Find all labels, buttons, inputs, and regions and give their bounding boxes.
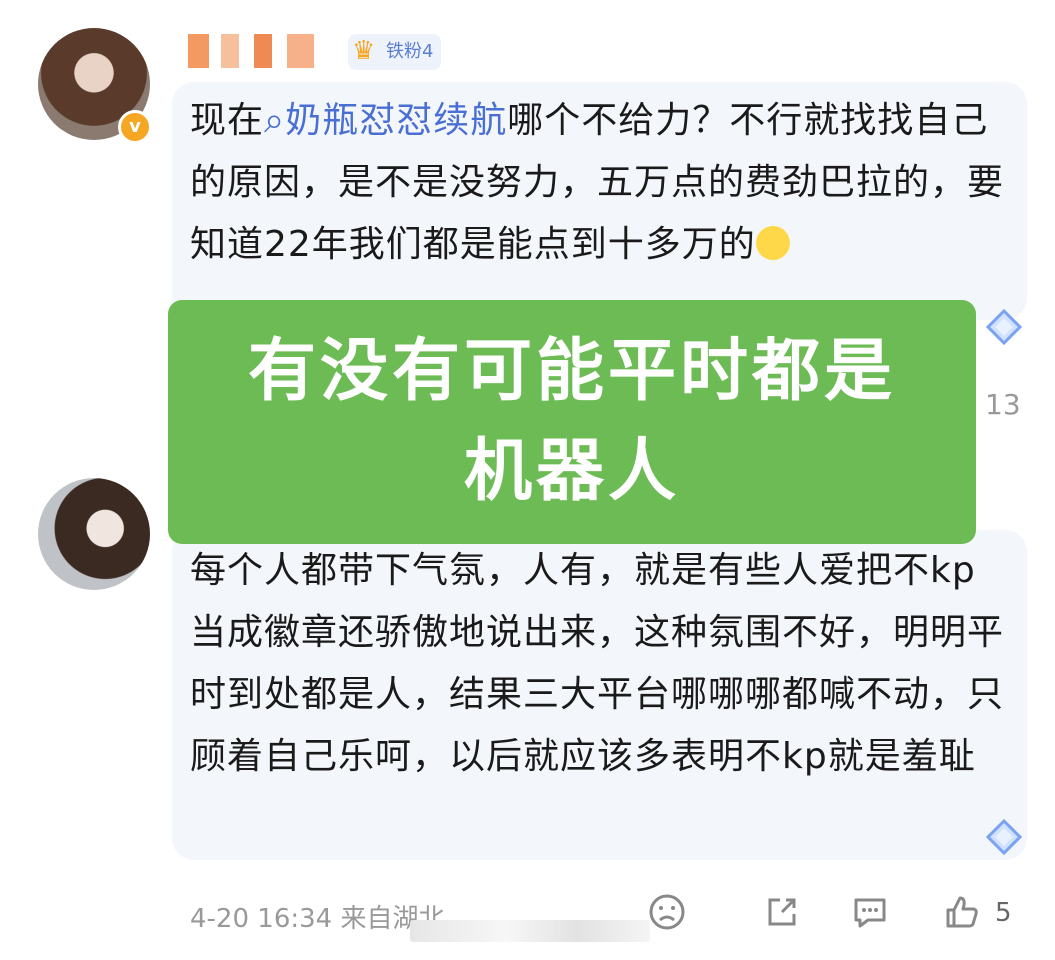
comment-footer: 4-20 16:34 来自湖北 5 — [0, 890, 1055, 942]
share-icon[interactable] — [760, 890, 804, 934]
like-count: 5 — [995, 898, 1012, 928]
caption-line-1: 有没有可能平时都是 — [247, 332, 896, 411]
thumbs-up-icon[interactable] — [940, 890, 984, 934]
comment-icon[interactable] — [848, 890, 892, 934]
timestamp-location: 4-20 16:34 来自湖北 — [190, 904, 445, 934]
comment-text: 每个人都带下气氛，人有，就是有些人爱把不kp当成徽章还骄傲地说出来，这种氛围不好… — [190, 550, 1005, 777]
reply-count: 13 — [985, 388, 1021, 421]
diamond-icon — [985, 818, 1023, 856]
diamond-icon — [985, 308, 1023, 346]
username-mosaic[interactable] — [188, 34, 338, 68]
fan-badge: ♛ 铁粉4 — [348, 34, 442, 70]
comment-text: 现在⌕奶瓶怼怼续航哪个不给力？不行就找找自己的原因，是不是没努力，五万点的费劲巴… — [190, 90, 1010, 320]
crown-icon: ♛ — [352, 36, 376, 66]
mosaic-mask — [410, 920, 650, 942]
topic-link[interactable]: 奶瓶怼怼续航 — [285, 100, 507, 141]
fan-badge-label: 铁粉4 — [386, 41, 434, 62]
emoji-face-icon[interactable] — [645, 890, 689, 934]
avatar[interactable] — [38, 478, 150, 590]
search-icon: ⌕ — [264, 100, 286, 141]
caption-overlay: 有没有可能平时都是 机器人 — [168, 300, 976, 544]
comment-text-before: 现在 — [190, 100, 265, 141]
caption-line-2: 机器人 — [463, 432, 680, 511]
verified-badge: v — [118, 110, 152, 144]
emoji-icon — [755, 226, 790, 260]
